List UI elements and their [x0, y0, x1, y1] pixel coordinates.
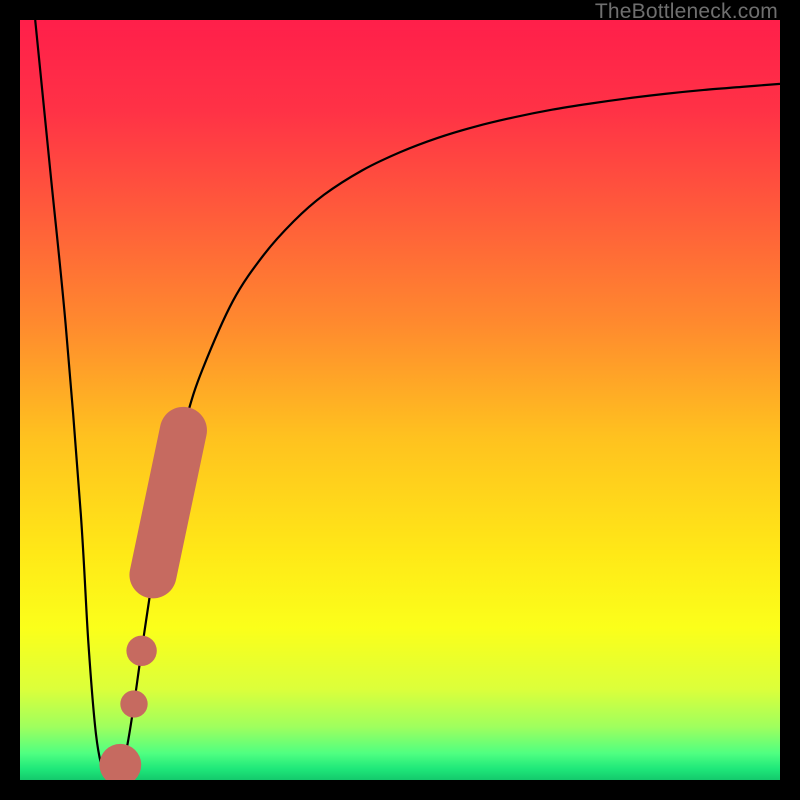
chart-frame: TheBottleneck.com [0, 0, 800, 800]
marker-dot-2 [120, 690, 147, 717]
marker-dot-3 [99, 744, 141, 780]
plot-area [20, 20, 780, 780]
marker-group [99, 430, 183, 780]
marker-thick-segment [153, 430, 183, 574]
curve-layer [20, 20, 780, 780]
marker-dot-1 [126, 636, 156, 666]
